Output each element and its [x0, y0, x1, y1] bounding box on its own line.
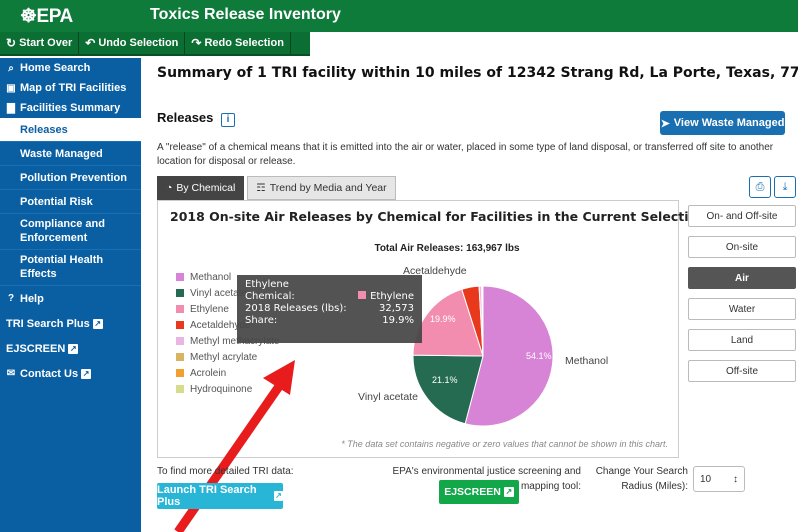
legend-swatch [176, 337, 184, 345]
tooltip-share-label: Share: [245, 315, 278, 326]
download-icon: ⤓ [782, 180, 788, 193]
sidebar-item-compliance[interactable]: Compliance and Enforcement [0, 214, 141, 250]
legend-swatch [176, 289, 184, 297]
sidebar-item-releases[interactable]: Releases [0, 118, 141, 142]
sidebar-item-waste-managed[interactable]: Waste Managed [0, 142, 141, 166]
info-icon[interactable]: i [221, 113, 236, 127]
external-link-icon: ↗ [81, 368, 92, 379]
tooltip-releases-value: 32,573 [379, 303, 414, 314]
sidebar-item-health-effects[interactable]: Potential Health Effects [0, 250, 141, 286]
chart-title: 2018 On-site Air Releases by Chemical fo… [170, 209, 706, 224]
pie-chart-icon: ◔ [166, 182, 173, 194]
page-title: Summary of 1 TRI facility within 10 mile… [157, 65, 798, 81]
refresh-icon: ↻ [6, 36, 17, 50]
sidebar-item-ejscreen[interactable]: EJSCREEN ↗ [0, 336, 141, 361]
tab-by-chemical[interactable]: ◔ By Chemical [157, 176, 245, 200]
line-chart-icon: ☶ [256, 182, 266, 194]
legend-swatch [176, 273, 184, 281]
external-link-icon: ↗ [68, 343, 79, 354]
tooltip-chemical-value: Ethylene [370, 291, 414, 302]
chart-note: * The data set contains negative or zero… [341, 439, 668, 449]
legend-swatch [176, 321, 184, 329]
epa-logo[interactable]: ☸EPA [20, 5, 73, 28]
redo-button[interactable]: ↷ Redo Selection [185, 32, 291, 54]
filter-on-site[interactable]: On-site [688, 236, 796, 258]
updown-icon: ↕ [733, 473, 738, 485]
media-filters: On- and Off-site On-site Air Water Land … [688, 205, 796, 391]
tooltip-chemical-label: Chemical: [245, 291, 295, 302]
sidebar-item-contact-us[interactable]: ✉ Contact Us ↗ [0, 361, 141, 386]
chart-tooltip: Ethylene Chemical: Ethylene 2018 Release… [237, 275, 422, 343]
filter-water[interactable]: Water [688, 298, 796, 320]
search-icon: ⌕ [8, 62, 14, 74]
app-title[interactable]: Toxics Release Inventory [150, 6, 341, 24]
tooltip-swatch [358, 291, 367, 299]
map-icon: ▣ [6, 82, 16, 94]
action-toolbar: ↻ Start Over ↶ Undo Selection ↷ Redo Sel… [0, 32, 310, 56]
redo-icon: ↷ [191, 36, 202, 50]
sidebar-item-potential-risk[interactable]: Potential Risk [0, 190, 141, 214]
chart-tabs: ◔ By Chemical ☶ Trend by Media and Year [157, 176, 399, 200]
mail-icon: ✉ [6, 368, 16, 379]
tab-trend-by-media[interactable]: ☶ Trend by Media and Year [247, 176, 396, 200]
print-button[interactable]: ⎙ [749, 176, 771, 198]
external-link-icon: ↗ [92, 318, 103, 329]
view-waste-managed-button[interactable]: ➤ View Waste Managed [660, 111, 785, 135]
filter-on-and-off-site[interactable]: On- and Off-site [688, 205, 796, 227]
print-icon: ⎙ [755, 180, 765, 193]
filter-off-site[interactable]: Off-site [688, 360, 796, 382]
releases-description: A "release" of a chemical means that it … [157, 142, 774, 167]
sidebar-item-map[interactable]: ▣ Map of TRI Facilities [0, 78, 141, 98]
external-link-icon: ↗ [273, 491, 283, 501]
legend-item[interactable]: Methyl acrylate [176, 349, 279, 365]
sidebar-item-tri-search-plus[interactable]: TRI Search Plus ↗ [0, 311, 141, 336]
download-button[interactable]: ⤓ [774, 176, 796, 198]
legend-swatch [176, 305, 184, 313]
undo-icon: ↶ [85, 36, 96, 50]
app-header: ☸EPA Toxics Release Inventory [0, 0, 798, 32]
arrow-circle-icon: ➤ [660, 117, 670, 130]
legend-swatch [176, 369, 184, 377]
external-link-icon: ↗ [503, 487, 514, 497]
sidebar-item-facilities-summary[interactable]: ▇ Facilities Summary [0, 98, 141, 118]
legend-swatch [176, 353, 184, 361]
tooltip-title: Ethylene [245, 279, 289, 290]
sidebar-item-home-search[interactable]: ⌕ Home Search [0, 58, 141, 78]
filter-land[interactable]: Land [688, 329, 796, 351]
question-icon: ? [7, 293, 15, 304]
legend-swatch [176, 385, 184, 393]
legend-item[interactable]: Acrolein [176, 365, 279, 381]
undo-button[interactable]: ↶ Undo Selection [79, 32, 186, 54]
tooltip-share-value: 19.9% [382, 315, 414, 326]
radius-label: Change Your Search Radius (Miles): [595, 466, 688, 492]
legend-item[interactable]: Hydroquinone [176, 381, 279, 397]
bar-chart-icon: ▇ [7, 102, 15, 114]
launch-tri-search-plus-button[interactable]: Launch TRI Search Plus ↗ [157, 483, 283, 509]
ejscreen-button[interactable]: EJSCREEN ↗ [439, 480, 519, 504]
releases-heading: Releases i [157, 110, 236, 127]
sidebar-item-pollution-prevention[interactable]: Pollution Prevention [0, 166, 141, 190]
chart-subtitle: Total Air Releases: 163,967 lbs [374, 243, 520, 254]
radius-select[interactable]: 10 ↕ [693, 466, 745, 492]
sidebar-item-help[interactable]: ? Help [0, 286, 141, 311]
filter-air[interactable]: Air [688, 267, 796, 289]
tooltip-releases-label: 2018 Releases (lbs): [245, 303, 347, 314]
find-more-text: To find more detailed TRI data: [157, 466, 294, 477]
start-over-button[interactable]: ↻ Start Over [0, 32, 80, 54]
sidebar: ⌕ Home Search ▣ Map of TRI Facilities ▇ … [0, 58, 141, 532]
